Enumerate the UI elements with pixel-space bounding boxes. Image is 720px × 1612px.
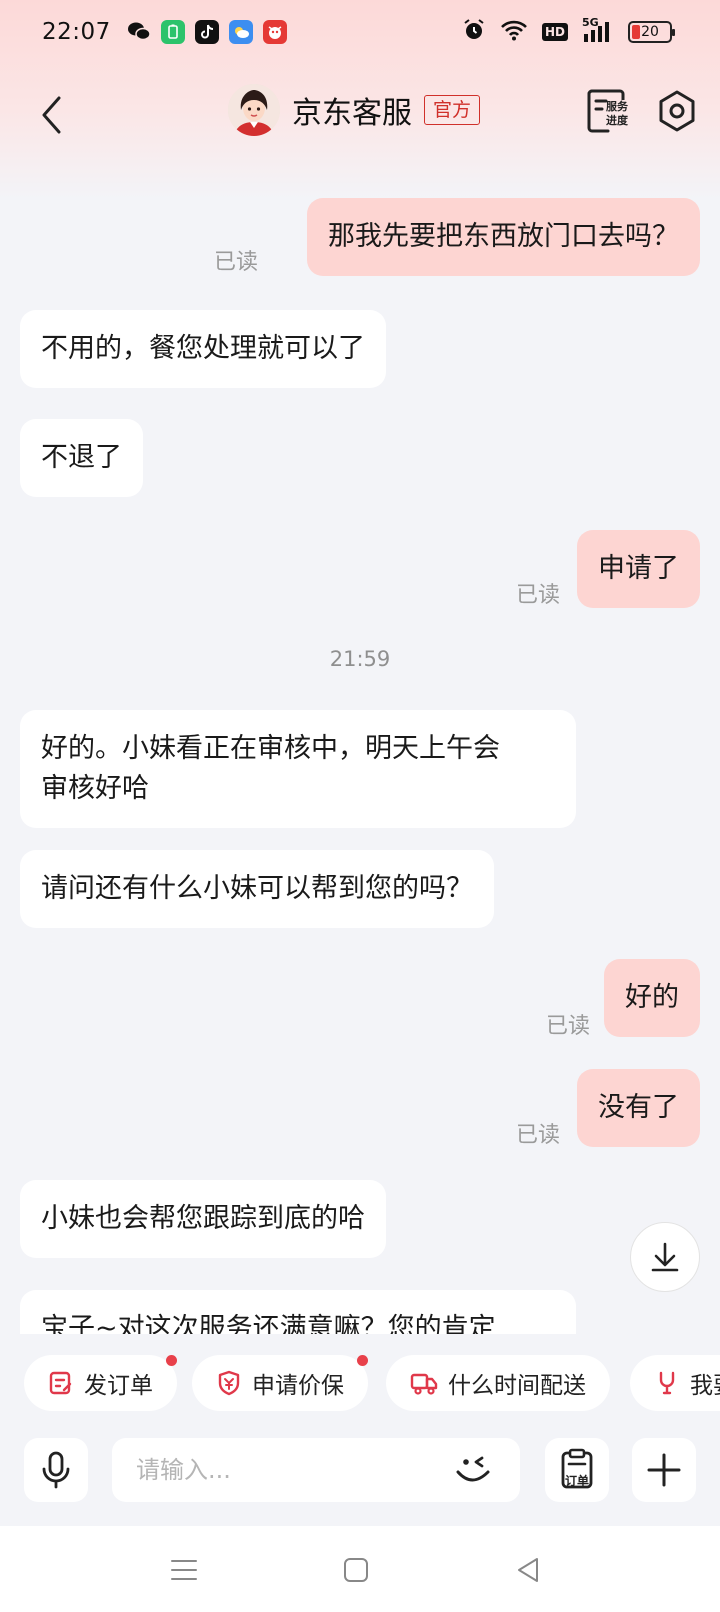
voice-input-button[interactable] xyxy=(24,1438,88,1502)
quick-action-price-protect[interactable]: 申请价保 xyxy=(192,1355,368,1411)
notification-dot xyxy=(357,1355,368,1366)
notification-dot xyxy=(166,1355,177,1366)
mic-icon xyxy=(42,1451,70,1489)
nav-home-icon xyxy=(344,1558,368,1582)
wifi-icon xyxy=(500,19,528,45)
weather-icon xyxy=(228,20,253,44)
signal-icon: 5G xyxy=(582,16,614,44)
nav-back-icon xyxy=(518,1558,538,1582)
message-bubble-outgoing[interactable]: 好的 xyxy=(604,959,700,1037)
service-progress-label-2: 进度 xyxy=(606,114,628,127)
quick-action-label: 什么时间配送 xyxy=(448,1373,586,1399)
quick-action-delivery-time[interactable]: 什么时间配送 xyxy=(386,1355,610,1411)
alarm-icon xyxy=(462,18,486,46)
back-button[interactable] xyxy=(26,90,76,140)
emoji-icon xyxy=(456,1456,490,1482)
status-time: 22:07 xyxy=(42,19,111,45)
system-navigation-bar xyxy=(0,1526,720,1612)
message-bubble-outgoing[interactable]: 那我先要把东西放门口去吗？ xyxy=(307,198,700,276)
message-bubble-incoming[interactable]: 宝子~对这次服务还满意嘛？您的肯定 xyxy=(20,1290,576,1334)
nav-home-button[interactable] xyxy=(336,1550,376,1590)
wrench-icon xyxy=(659,1371,675,1395)
order-icon xyxy=(49,1371,72,1395)
message-bubble-incoming[interactable]: 好的。小妹看正在审核中，明天上午会 审核好哈 xyxy=(20,710,576,828)
back-icon xyxy=(42,96,61,134)
quick-action-label: 我要 xyxy=(690,1373,720,1399)
order-button[interactable]: 订单 xyxy=(545,1438,609,1502)
nav-menu-icon xyxy=(171,1560,197,1580)
message-line: 审核好哈 xyxy=(41,773,149,804)
message-bubble-incoming[interactable]: 不退了 xyxy=(20,419,143,497)
quick-action-send-order[interactable]: 发订单 xyxy=(24,1355,177,1411)
status-app-icons xyxy=(127,20,287,44)
battery-app-icon xyxy=(160,20,185,44)
quick-actions: 发订单 申请价保 什么时间配送 我要 xyxy=(0,1355,720,1411)
quick-action-label: 申请价保 xyxy=(252,1373,344,1399)
tiktok-icon xyxy=(194,20,219,44)
order-button-label: 订单 xyxy=(564,1474,589,1488)
chat-timestamp: 21:59 xyxy=(329,647,391,671)
more-button[interactable] xyxy=(632,1438,696,1502)
nav-back-button[interactable] xyxy=(508,1550,548,1590)
battery-indicator: 20 xyxy=(628,21,675,43)
settings-button[interactable] xyxy=(654,88,700,134)
service-progress-button[interactable]: 服务 进度 xyxy=(586,88,634,134)
scroll-down-icon xyxy=(651,1242,679,1272)
chat-title-group[interactable]: 京东客服 官方 xyxy=(228,84,481,136)
input-bar: 订单 xyxy=(0,1428,720,1512)
message-bubble-incoming[interactable]: 小妹也会帮您跟踪到底的哈 xyxy=(20,1180,386,1258)
status-bar: 22:07 HD 5G 20 xyxy=(0,0,720,64)
page-title: 京东客服 xyxy=(292,96,412,131)
message-bubble-outgoing[interactable]: 没有了 xyxy=(577,1069,700,1147)
message-bubble-outgoing[interactable]: 申请了 xyxy=(577,530,700,608)
message-line: 好的。小妹看正在审核中，明天上午会 xyxy=(41,733,500,764)
avatar xyxy=(228,84,280,136)
official-badge: 官方 xyxy=(424,95,481,125)
emoji-button[interactable] xyxy=(452,1450,496,1490)
chat-message-list[interactable]: 那我先要把东西放门口去吗？ 已读 不用的，餐您处理就可以了 不退了 申请了 已读… xyxy=(0,184,720,1334)
message-bubble-incoming[interactable]: 请问还有什么小妹可以帮到您的吗？ xyxy=(20,850,494,928)
quick-action-more[interactable]: 我要 xyxy=(630,1355,720,1411)
read-receipt: 已读 xyxy=(546,1014,591,1039)
read-receipt: 已读 xyxy=(516,1123,561,1148)
settings-icon xyxy=(659,90,695,132)
message-bubble-incoming[interactable]: 不用的，餐您处理就可以了 xyxy=(20,310,386,388)
jd-app-icon xyxy=(262,20,287,44)
truck-icon xyxy=(410,1373,438,1395)
nav-menu-button[interactable] xyxy=(164,1550,204,1590)
read-receipt: 已读 xyxy=(516,583,561,608)
quick-action-label: 发订单 xyxy=(84,1373,153,1399)
wechat-icon xyxy=(127,20,151,44)
hd-badge: HD xyxy=(541,23,568,41)
price-protect-icon xyxy=(218,1370,240,1396)
plus-icon xyxy=(647,1453,681,1487)
scroll-to-bottom-button[interactable] xyxy=(630,1222,700,1292)
chat-header: 京东客服 官方 服务 进度 xyxy=(0,76,720,156)
status-right: HD 5G 20 xyxy=(462,16,675,46)
read-receipt: 已读 xyxy=(214,250,259,275)
